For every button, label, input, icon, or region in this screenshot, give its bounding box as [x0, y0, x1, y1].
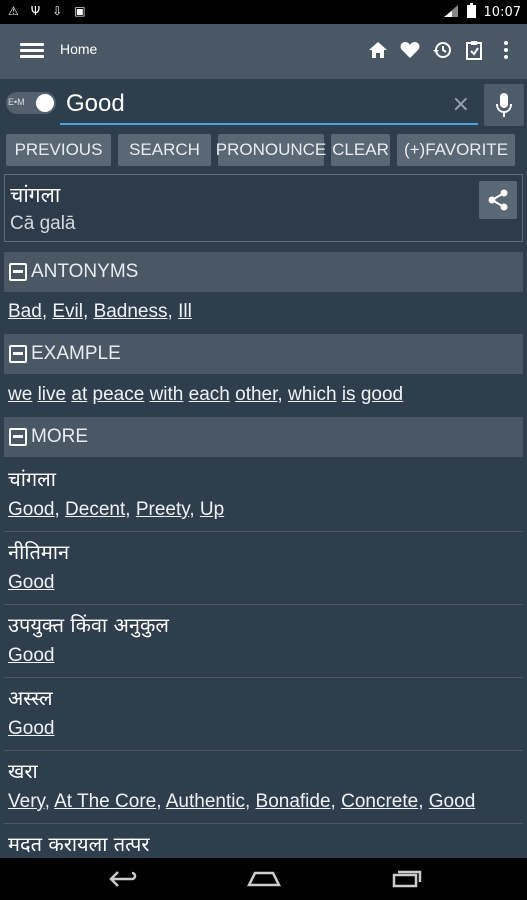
favorite-button[interactable]: (+)FAVORITE: [397, 134, 515, 166]
toggle-knob: [36, 94, 54, 112]
toggle-label: E•M: [8, 97, 25, 107]
antonym-link[interactable]: Evil: [52, 301, 83, 322]
search-input[interactable]: [60, 87, 440, 121]
synonym-link[interactable]: Good: [429, 791, 475, 812]
example-word-link[interactable]: at: [71, 384, 87, 405]
example-word-link[interactable]: is: [342, 384, 356, 405]
example-word-link[interactable]: peace: [93, 384, 145, 405]
more-item: नीतिमान Good: [4, 532, 523, 605]
warning-icon: ⚠: [8, 4, 19, 18]
more-synonyms: Very, At The Core, Authentic, Bonafide, …: [8, 791, 476, 812]
synonym-link[interactable]: Decent: [65, 499, 125, 520]
share-icon: [488, 189, 508, 211]
more-word: उपयुक्त किंवा अनुकुल: [8, 613, 169, 637]
history-icon[interactable]: [431, 38, 453, 62]
example-title: EXAMPLE: [31, 343, 121, 364]
status-bar: ⚠ Ψ ⇩ ▣ 10:07: [0, 0, 527, 24]
more-synonyms: Good: [8, 718, 54, 740]
clipboard-icon[interactable]: [463, 38, 485, 62]
example-word-link[interactable]: with: [150, 384, 184, 405]
usb-icon: Ψ: [30, 4, 41, 18]
language-toggle[interactable]: E•M: [6, 92, 56, 114]
action-buttons: PREVIOUS SEARCH PRONOUNCE CLEAR (+)FAVOR…: [6, 134, 523, 166]
antonym-link[interactable]: Badness: [94, 301, 168, 322]
home-icon[interactable]: [367, 38, 389, 62]
antonyms-list: Bad, Evil, Badness, Ill: [8, 301, 192, 322]
search-box: ×: [60, 87, 478, 125]
recents-icon[interactable]: [390, 868, 424, 890]
image-icon: ▣: [74, 4, 86, 18]
antonyms-title: ANTONYMS: [31, 261, 139, 282]
example-word-link[interactable]: we: [8, 384, 32, 405]
mic-button[interactable]: [484, 84, 524, 126]
collapse-icon: [9, 428, 27, 446]
app-bar: Home: [0, 24, 527, 79]
more-header[interactable]: MORE: [4, 417, 523, 457]
search-button[interactable]: SEARCH: [118, 134, 211, 166]
synonym-link[interactable]: Good: [8, 718, 54, 739]
synonym-link[interactable]: Good: [8, 499, 54, 520]
example-word-link[interactable]: live: [38, 384, 67, 405]
example-word-link[interactable]: other: [235, 384, 277, 405]
previous-button[interactable]: PREVIOUS: [6, 134, 111, 166]
synonym-link[interactable]: Concrete: [341, 791, 418, 812]
more-synonyms: Good, Decent, Preety, Up: [8, 499, 225, 520]
menu-icon[interactable]: [20, 40, 44, 62]
example-word-link[interactable]: each: [189, 384, 230, 405]
more-item: उपयुक्त किंवा अनुकुल Good: [4, 605, 523, 678]
synonym-link[interactable]: Preety: [136, 499, 190, 520]
back-icon[interactable]: [106, 868, 140, 890]
more-word: खरा: [8, 759, 38, 783]
antonym-link[interactable]: Ill: [178, 301, 192, 322]
result-word: चांगला: [10, 183, 61, 207]
example-word-link[interactable]: which: [288, 384, 337, 405]
more-title: MORE: [31, 426, 88, 447]
download-icon: ⇩: [52, 4, 63, 18]
pronounce-button[interactable]: PRONOUNCE: [216, 134, 326, 166]
more-item: मदत करायला तत्पर: [4, 824, 523, 858]
more-item: अस्स्ल Good: [4, 678, 523, 751]
signal-icon: [443, 4, 459, 22]
collapse-icon: [9, 345, 27, 363]
overflow-menu-icon[interactable]: [495, 38, 517, 62]
share-button[interactable]: [479, 181, 517, 219]
synonym-link[interactable]: Very: [8, 791, 45, 812]
clock-time: 10:07: [483, 5, 521, 20]
more-item: चांगला Good, Decent, Preety, Up: [4, 459, 523, 532]
synonym-link[interactable]: Up: [200, 499, 224, 520]
synonym-link[interactable]: Good: [8, 645, 54, 666]
collapse-icon: [9, 263, 27, 281]
synonym-link[interactable]: Authentic: [166, 791, 245, 812]
example-sentence: we live at peace with each other, which …: [8, 384, 404, 405]
more-item: खरा Very, At The Core, Authentic, Bonafi…: [4, 751, 523, 824]
example-word-link[interactable]: good: [361, 384, 403, 405]
app-title: Home: [60, 41, 98, 57]
more-synonyms: Good: [8, 645, 54, 667]
heart-icon[interactable]: [399, 38, 421, 62]
synonym-link[interactable]: At The Core: [54, 791, 156, 812]
more-word: अस्स्ल: [8, 686, 53, 710]
navigation-bar: [0, 858, 527, 900]
synonym-link[interactable]: Good: [8, 572, 54, 593]
mic-icon: [496, 93, 512, 117]
more-synonyms: Good: [8, 572, 54, 594]
result-transliteration: Cā galā: [10, 213, 76, 234]
search-row: E•M ×: [0, 79, 527, 129]
more-word: मदत करायला तत्पर: [8, 832, 150, 856]
example-header[interactable]: EXAMPLE: [4, 334, 523, 374]
main-content: E•M × PREVIOUS SEARCH PRONOUNCE CLEAR (+…: [0, 79, 527, 858]
synonym-link[interactable]: Bonafide: [256, 791, 331, 812]
clear-button[interactable]: CLEAR: [331, 134, 390, 166]
home-nav-icon[interactable]: [247, 868, 281, 890]
battery-icon: [466, 3, 476, 22]
clear-text-icon[interactable]: ×: [452, 92, 470, 117]
more-word: चांगला: [8, 467, 56, 491]
more-word: नीतिमान: [8, 540, 70, 564]
antonyms-header[interactable]: ANTONYMS: [4, 252, 523, 292]
result-card: चांगला Cā galā: [4, 174, 523, 242]
antonym-link[interactable]: Bad: [8, 301, 42, 322]
